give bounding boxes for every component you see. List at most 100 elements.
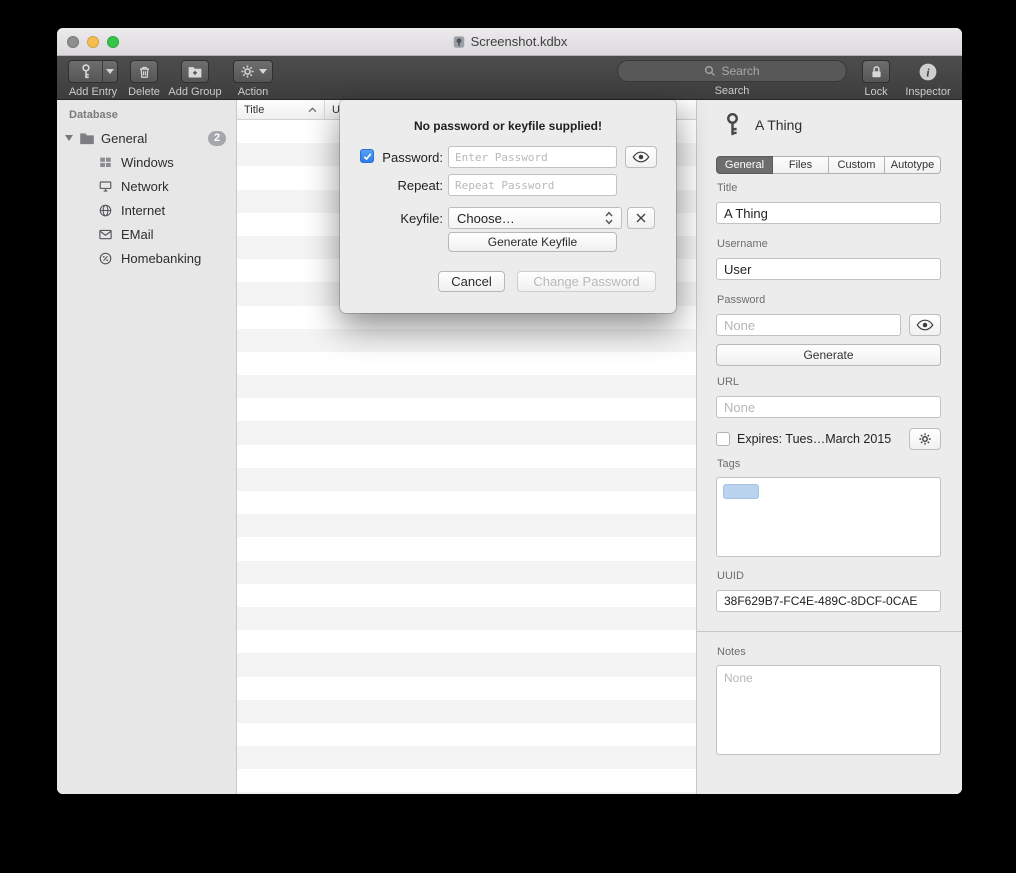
globe-icon <box>97 202 113 218</box>
list-row[interactable] <box>237 746 696 769</box>
eye-icon <box>916 319 934 331</box>
section-divider <box>697 631 962 632</box>
sidebar-group-label: General <box>101 131 147 146</box>
sidebar-item-network[interactable]: Network <box>57 174 236 198</box>
delete-button[interactable] <box>130 60 158 83</box>
list-row[interactable] <box>237 537 696 560</box>
sidebar-item-label: Windows <box>121 155 174 170</box>
close-button[interactable] <box>67 36 79 48</box>
inspector-panel: A Thing General Files Custom Autotype Ti… <box>696 100 962 794</box>
list-row[interactable] <box>237 584 696 607</box>
password-field-label: Password <box>717 294 765 306</box>
title-field[interactable] <box>716 202 941 224</box>
tab-label: Files <box>789 159 812 171</box>
windows-icon <box>97 154 113 170</box>
inspector-button[interactable]: i <box>916 60 940 83</box>
add-group-button[interactable] <box>181 60 209 83</box>
app-window: Screenshot.kdbx Add Entry <box>57 28 962 794</box>
sidebar-item-internet[interactable]: Internet <box>57 198 236 222</box>
list-row[interactable] <box>237 653 696 676</box>
inspector-tabs: General Files Custom Autotype <box>716 156 941 174</box>
clear-keyfile-button[interactable] <box>627 207 655 229</box>
notes-textarea[interactable] <box>716 665 941 755</box>
change-password-button[interactable]: Change Password <box>517 271 656 292</box>
list-row[interactable] <box>237 514 696 537</box>
add-entry-group: Add Entry <box>65 60 121 98</box>
toolbar: Add Entry Delete Add Group <box>57 56 962 100</box>
list-row[interactable] <box>237 421 696 444</box>
uuid-label: UUID <box>717 570 744 582</box>
list-row[interactable] <box>237 352 696 375</box>
reveal-password-button[interactable] <box>909 314 941 336</box>
zoom-button[interactable] <box>107 36 119 48</box>
dialog-reveal-password-button[interactable] <box>625 146 657 168</box>
sidebar: Database General 2 Windows Network <box>57 100 237 794</box>
disclosure-triangle-icon[interactable] <box>65 135 73 141</box>
generate-password-button[interactable]: Generate <box>716 344 941 366</box>
list-row[interactable] <box>237 468 696 491</box>
list-row[interactable] <box>237 375 696 398</box>
password-field[interactable] <box>716 314 901 336</box>
inspector-toggle-group: i Inspector <box>902 60 954 98</box>
list-row[interactable] <box>237 398 696 421</box>
entry-count-badge: 2 <box>208 131 226 146</box>
tag-token[interactable] <box>723 484 759 499</box>
list-row[interactable] <box>237 769 696 792</box>
dialog-password-input[interactable] <box>448 146 617 168</box>
tab-files[interactable]: Files <box>773 156 829 174</box>
lock-button[interactable] <box>862 60 890 83</box>
cancel-button[interactable]: Cancel <box>438 271 505 292</box>
expires-settings-button[interactable] <box>909 428 941 450</box>
list-row[interactable] <box>237 607 696 630</box>
list-row[interactable] <box>237 677 696 700</box>
sidebar-group-general[interactable]: General 2 <box>57 126 236 150</box>
add-group-group: Add Group <box>165 60 225 98</box>
generate-keyfile-button[interactable]: Generate Keyfile <box>448 232 617 252</box>
list-row[interactable] <box>237 723 696 746</box>
tab-label: Autotype <box>891 159 934 171</box>
url-field[interactable] <box>716 396 941 418</box>
list-row[interactable] <box>237 561 696 584</box>
key-plus-icon <box>78 63 94 80</box>
delete-label: Delete <box>128 86 160 98</box>
dialog-password-label: Password: <box>363 150 443 165</box>
username-field[interactable] <box>716 258 941 280</box>
add-entry-dropdown-button[interactable] <box>102 60 118 83</box>
column-header-title[interactable]: Title <box>237 100 325 119</box>
sidebar-item-label: Homebanking <box>121 251 201 266</box>
chevron-down-icon <box>106 69 114 74</box>
expires-checkbox[interactable] <box>716 432 730 446</box>
list-row[interactable] <box>237 491 696 514</box>
add-group-label: Add Group <box>168 86 221 98</box>
search-icon <box>704 65 716 77</box>
tags-label: Tags <box>717 458 740 470</box>
tab-label: Custom <box>838 159 876 171</box>
keyfile-popup-button[interactable]: Choose… <box>448 207 622 229</box>
username-field-label: Username <box>717 238 768 250</box>
list-row[interactable] <box>237 792 696 794</box>
uuid-field[interactable] <box>716 590 941 612</box>
list-row[interactable] <box>237 630 696 653</box>
keyfile-popup-value: Choose… <box>457 211 515 226</box>
dialog-message: No password or keyfile supplied! <box>340 100 676 133</box>
sidebar-item-homebanking[interactable]: Homebanking <box>57 246 236 270</box>
tab-autotype[interactable]: Autotype <box>885 156 941 174</box>
list-row[interactable] <box>237 445 696 468</box>
dialog-keyfile-label: Keyfile: <box>363 211 443 226</box>
action-button[interactable] <box>233 60 273 83</box>
tags-box[interactable] <box>716 477 941 557</box>
minimize-button[interactable] <box>87 36 99 48</box>
tab-general[interactable]: General <box>716 156 773 174</box>
sidebar-item-email[interactable]: EMail <box>57 222 236 246</box>
dialog-repeat-input[interactable] <box>448 174 617 196</box>
title-bar: Screenshot.kdbx <box>57 28 962 56</box>
add-entry-button[interactable] <box>68 60 102 83</box>
expires-row: Expires: Tues…March 2015 <box>716 428 891 450</box>
search-input[interactable]: Search <box>617 60 847 82</box>
monitor-icon <box>97 178 113 194</box>
sidebar-item-windows[interactable]: Windows <box>57 150 236 174</box>
info-icon: i <box>918 62 938 82</box>
list-row[interactable] <box>237 329 696 352</box>
tab-custom[interactable]: Custom <box>829 156 885 174</box>
list-row[interactable] <box>237 700 696 723</box>
